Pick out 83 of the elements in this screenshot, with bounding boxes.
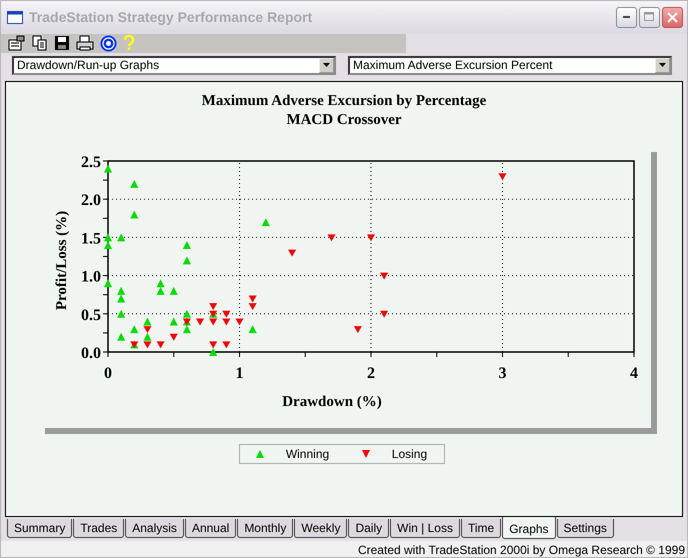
close-button[interactable] [662, 6, 683, 28]
tab[interactable]: Summary [7, 519, 72, 538]
save-icon[interactable] [54, 35, 70, 52]
maximize-icon [644, 12, 655, 22]
chart-title: MACD Crossover [285, 110, 403, 130]
up-triangle-marker [262, 218, 270, 226]
chart-title: Maximum Adverse Excursion by Percentage [202, 92, 486, 111]
y-tick-label: 2.5 [81, 154, 101, 171]
down-triangle-marker [236, 318, 244, 326]
y-tick-label: 0.5 [81, 306, 101, 324]
down-triangle-marker [209, 341, 218, 348]
up-triangle-marker [143, 332, 152, 341]
up-triangle-marker [104, 279, 112, 288]
tab[interactable]: Monthly [237, 519, 294, 538]
up-triangle-marker [117, 286, 126, 295]
down-triangle-marker [380, 272, 388, 280]
tab[interactable]: Analysis [125, 519, 184, 538]
down-triangle-marker [143, 326, 152, 333]
caret-icon [323, 63, 330, 68]
up-triangle-marker [130, 210, 138, 218]
y-tick-label: 2.0 [81, 192, 101, 210]
y-axis-label: Profit/Loss (%) [54, 210, 70, 310]
x-tick-label: 2 [367, 364, 375, 382]
up-triangle-marker [117, 233, 126, 242]
tab[interactable]: Time [460, 519, 502, 538]
legend-label: Winning [286, 446, 330, 461]
legend-label: Losing [392, 446, 428, 461]
up-triangle-marker [117, 294, 126, 302]
down-triangle-marker [170, 334, 178, 341]
x-tick-label: 0 [104, 364, 112, 382]
properties-icon[interactable] [8, 35, 26, 52]
up-triangle-marker [117, 310, 126, 318]
down-triangle-marker [367, 234, 375, 242]
down-triangle-marker [196, 318, 204, 326]
up-triangle-marker [143, 317, 152, 326]
down-triangle-marker [354, 326, 362, 333]
close-icon [667, 12, 678, 23]
tab[interactable]: Trades [73, 519, 124, 538]
up-triangle-marker [130, 180, 138, 188]
tab[interactable]: Daily [348, 519, 390, 538]
up-triangle-marker [117, 332, 126, 341]
status-bar: Created with TradeStation 2000i by Omega Research © 1999 [1, 541, 687, 557]
tab[interactable]: Weekly [294, 519, 348, 538]
minimize-button[interactable] [616, 6, 637, 28]
dropdown[interactable]: Maximum Adverse Excursion Percent [348, 56, 672, 75]
down-triangle-marker [143, 341, 152, 348]
dropdown[interactable]: Drawdown/Run-up Graphs [12, 56, 336, 75]
down-triangle-marker [498, 173, 506, 180]
down-triangle-marker [328, 234, 336, 242]
y-tick-label: 1.5 [81, 230, 101, 248]
y-tick-label: 1.0 [81, 268, 101, 286]
up-triangle-marker [156, 279, 165, 288]
up-triangle-marker [209, 348, 218, 356]
caret-icon [659, 63, 666, 68]
print-icon[interactable] [76, 35, 94, 52]
up-triangle-marker [170, 286, 178, 295]
up-triangle-marker [182, 256, 191, 264]
down-triangle-marker [222, 341, 230, 348]
up-triangle-marker [104, 164, 112, 173]
x-tick-label: 3 [498, 364, 506, 382]
up-triangle-marker [182, 310, 191, 318]
y-tick-label: 0.0 [81, 344, 101, 362]
down-triangle-marker [156, 341, 165, 348]
x-axis-label: Drawdown (%) [282, 394, 382, 410]
up-triangle-marker [248, 324, 257, 333]
tab[interactable]: Settings [556, 519, 614, 538]
tab[interactable]: Win | Loss [390, 519, 460, 538]
window-title: TradeStation Strategy Performance Report [29, 9, 312, 26]
down-triangle-marker [380, 310, 388, 318]
copy-icon[interactable] [32, 35, 48, 52]
up-triangle-marker [156, 286, 165, 295]
up-triangle-marker [170, 317, 178, 326]
window-icon [7, 10, 23, 24]
up-triangle-marker [182, 240, 191, 249]
x-tick-label: 4 [630, 364, 638, 382]
down-triangle-marker [288, 250, 296, 257]
target-icon[interactable] [100, 34, 117, 52]
up-triangle-marker [182, 324, 191, 333]
tab[interactable]: Graphs [502, 517, 556, 540]
up-triangle-marker [130, 324, 138, 333]
minimize-icon [622, 16, 630, 19]
x-tick-label: 1 [236, 364, 244, 382]
tab[interactable]: Annual [184, 519, 236, 538]
